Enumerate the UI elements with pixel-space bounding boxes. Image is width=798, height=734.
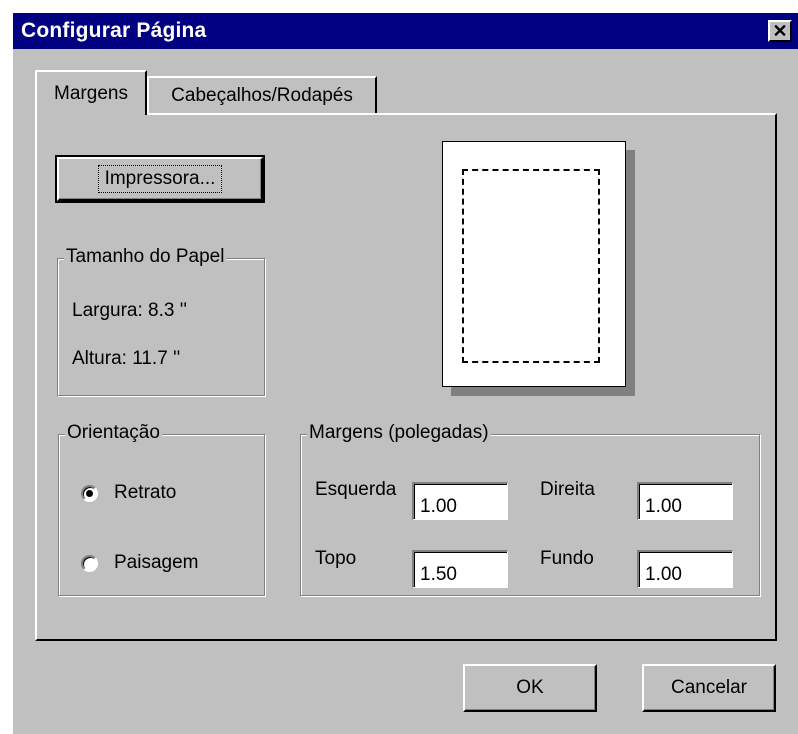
page-setup-dialog: Configurar Página ✕ Margens Cabeçalhos/R… [12, 12, 798, 734]
title-bar[interactable]: Configurar Página ✕ [13, 13, 798, 49]
cancel-button-label: Cancelar [670, 677, 748, 698]
radio-paisagem-label[interactable]: Paisagem [114, 552, 199, 574]
tab-cabecalhos-rodapes-label: Cabeçalhos/Rodapés [171, 84, 353, 106]
printer-button[interactable]: Impressora... [55, 155, 265, 203]
ok-button-label: OK [516, 677, 544, 698]
margin-bottom-label: Fundo [540, 548, 594, 569]
tab-cabecalhos-rodapes[interactable]: Cabeçalhos/Rodapés [147, 76, 377, 113]
radio-retrato-label[interactable]: Retrato [114, 482, 176, 504]
paper-width-label: Largura: 8.3 '' [72, 300, 187, 321]
cancel-button[interactable]: Cancelar [642, 664, 776, 712]
margins-legend: Margens (polegadas) [307, 422, 491, 444]
tab-margens[interactable]: Margens [35, 70, 147, 115]
orientation-legend: Orientação [65, 422, 162, 444]
orientation-group: Orientação Retrato Paisagem [58, 422, 265, 596]
ok-button[interactable]: OK [463, 664, 597, 712]
radio-paisagem[interactable] [81, 555, 98, 572]
radio-retrato-selected-dot [86, 490, 93, 497]
tab-margens-label: Margens [54, 82, 128, 104]
paper-size-group: Tamanho do Papel Largura: 8.3 '' Altura:… [57, 246, 265, 396]
margin-bottom-input[interactable] [637, 550, 733, 588]
paper-size-legend: Tamanho do Papel [64, 246, 227, 268]
margins-group: Margens (polegadas) Esquerda Direita Top… [300, 422, 760, 596]
page-preview-margin-outline [462, 169, 600, 363]
printer-button-label: Impressora... [97, 165, 223, 193]
close-button[interactable]: ✕ [768, 20, 792, 42]
margin-right-label: Direita [540, 479, 595, 500]
margin-left-input[interactable] [412, 482, 508, 520]
margin-top-label: Topo [315, 548, 357, 569]
margin-left-label: Esquerda [315, 479, 397, 500]
paper-height-label: Altura: 11.7 '' [72, 348, 181, 369]
margin-right-input[interactable] [637, 482, 733, 520]
margin-top-input[interactable] [412, 550, 508, 588]
radio-retrato[interactable] [81, 485, 98, 502]
page-preview [442, 141, 626, 387]
window-title: Configurar Página [21, 19, 207, 42]
close-icon: ✕ [772, 21, 788, 41]
